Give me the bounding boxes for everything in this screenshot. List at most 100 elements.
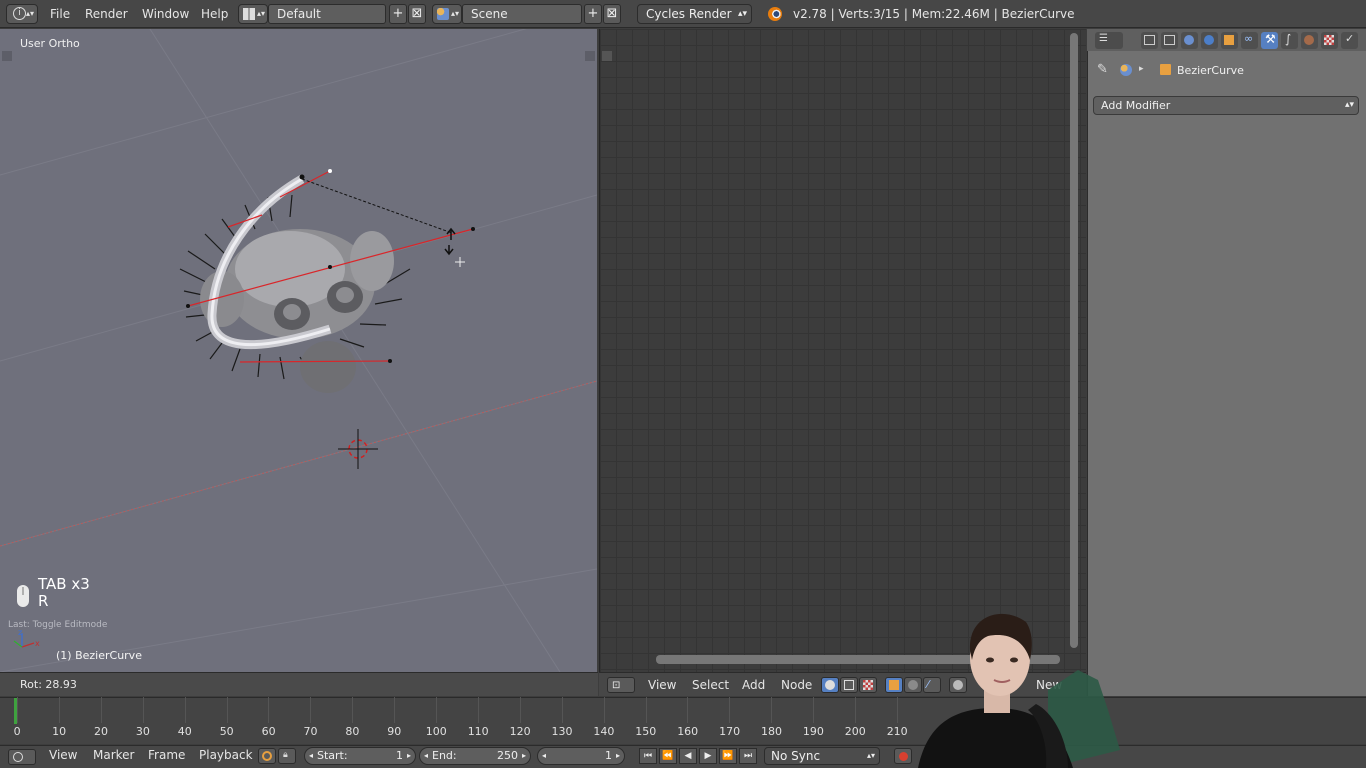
world-icon <box>908 680 918 690</box>
add-modifier-dropdown[interactable]: Add Modifier ▴▾ <box>1093 96 1359 115</box>
screen-layout-browse-button[interactable]: ▴▾ <box>238 4 268 24</box>
webcam-overlay <box>918 600 1120 768</box>
properties-context-tabs: ☰ ∞ ⚒ ∫ ✓ <box>1087 29 1366 51</box>
timeline-tick-label: 130 <box>552 725 573 738</box>
editor-type-info-button[interactable]: i ▴▾ <box>6 4 38 24</box>
menu-file[interactable]: File <box>50 4 70 24</box>
menu-node[interactable]: Node <box>781 678 812 692</box>
play-reverse-button[interactable]: ◀ <box>679 748 697 764</box>
add-scene-button[interactable]: + <box>584 4 602 24</box>
menu-render[interactable]: Render <box>85 4 128 24</box>
tab-texture[interactable] <box>1321 32 1338 49</box>
last-operator-label: Last: Toggle Editmode <box>8 620 107 630</box>
tab-modifiers[interactable]: ⚒ <box>1261 32 1278 49</box>
sync-mode-dropdown[interactable]: No Sync ▴▾ <box>764 747 880 765</box>
menu-select[interactable]: Select <box>692 678 729 692</box>
jump-keyframe-back-button[interactable]: ⏪ <box>659 748 677 764</box>
menu-view[interactable]: View <box>648 678 676 692</box>
menu-frame[interactable]: Frame <box>148 748 185 762</box>
chevron-updown-icon: ▴▾ <box>451 5 459 23</box>
node-editor-vertical-scrollbar[interactable] <box>1070 33 1078 648</box>
add-screen-button[interactable]: + <box>389 4 407 24</box>
start-frame-label: Start: <box>317 748 348 764</box>
timeline-tick-label: 190 <box>803 725 824 738</box>
plus-icon: + <box>393 6 404 21</box>
menu-view[interactable]: View <box>49 748 77 762</box>
play-icon: ▶ <box>705 751 712 761</box>
skip-end-icon: ⏭ <box>744 751 752 761</box>
menu-playback[interactable]: Playback <box>199 748 253 762</box>
cube-icon <box>889 680 899 690</box>
checker-icon <box>863 680 873 690</box>
menu-marker[interactable]: Marker <box>93 748 134 762</box>
rewind-icon: ⏪ <box>662 751 673 761</box>
tab-scene[interactable] <box>1181 32 1198 49</box>
play-reverse-icon: ◀ <box>685 751 692 761</box>
3d-viewport[interactable]: z x User Ortho TAB x3 R Last: Toggle Edi… <box>0 29 597 672</box>
editor-type-timeline-button[interactable] <box>8 749 36 765</box>
timeline-tick-line <box>562 697 563 723</box>
shader-nodes-button[interactable] <box>821 677 839 693</box>
editor-type-node-button[interactable]: ⊡ <box>607 677 635 693</box>
keying-set-button[interactable] <box>258 748 276 764</box>
tab-render-layers[interactable] <box>1161 32 1178 49</box>
start-frame-field[interactable]: ◂ Start: 1 ▸ <box>304 747 416 765</box>
tab-constraints[interactable]: ∞ <box>1241 32 1258 49</box>
jump-keyframe-forward-button[interactable]: ⏩ <box>719 748 737 764</box>
menu-add[interactable]: Add <box>742 678 765 692</box>
fast-forward-icon: ⏩ <box>722 751 733 761</box>
tab-world[interactable] <box>1201 32 1218 49</box>
physics-icon: ✓ <box>1345 32 1354 45</box>
camera-icon <box>1144 35 1155 45</box>
texture-nodes-button[interactable] <box>859 677 877 693</box>
timeline-tick-line <box>310 697 311 723</box>
webcam-person-image <box>918 600 1120 768</box>
record-button[interactable] <box>894 748 912 764</box>
timeline-tick-line <box>436 697 437 723</box>
chevron-updown-icon: ▴▾ <box>257 5 265 23</box>
pin-icon[interactable]: ✎ <box>1097 62 1108 77</box>
corner-widget[interactable] <box>602 51 612 61</box>
menu-window[interactable]: Window <box>142 4 189 24</box>
chevron-left-icon: ◂ <box>542 748 546 764</box>
tab-object[interactable] <box>1221 32 1238 49</box>
timeline-tick-line <box>855 697 856 723</box>
play-button[interactable]: ▶ <box>699 748 717 764</box>
scene-field[interactable]: Scene <box>462 4 582 24</box>
chevron-right-icon: ▸ <box>1139 64 1144 74</box>
lock-range-button[interactable]: 🔒︎ <box>278 748 296 764</box>
material-sphere-icon <box>1304 35 1314 45</box>
render-engine-dropdown[interactable]: Cycles Render ▴▾ <box>637 4 752 24</box>
object-shader-button[interactable] <box>885 677 903 693</box>
tab-data[interactable]: ∫ <box>1281 32 1298 49</box>
timeline-tick-line <box>185 697 186 723</box>
tab-render[interactable] <box>1141 32 1158 49</box>
jump-end-button[interactable]: ⏭ <box>739 748 757 764</box>
layout-grid-icon <box>243 8 255 20</box>
tab-physics[interactable]: ✓ <box>1341 32 1358 49</box>
tab-material[interactable] <box>1301 32 1318 49</box>
wrench-icon: ⚒ <box>1265 32 1276 46</box>
end-frame-value: 250 <box>497 748 518 764</box>
delete-screen-button[interactable]: ⊠ <box>408 4 426 24</box>
current-frame-field[interactable]: ◂ 1 ▸ <box>537 747 625 765</box>
timeline-tick-label: 40 <box>178 725 192 738</box>
scene-stats: v2.78 | Verts:3/15 | Mem:22.46M | Bezier… <box>793 4 1075 24</box>
menu-help[interactable]: Help <box>201 4 228 24</box>
node-editor[interactable] <box>599 29 1086 672</box>
active-object-label: (1) BezierCurve <box>56 649 142 662</box>
timeline-tick-line <box>59 697 60 723</box>
timeline-tick-label: 170 <box>719 725 740 738</box>
scene-browse-button[interactable]: ▴▾ <box>432 4 462 24</box>
screen-layout-field[interactable]: Default <box>268 4 386 24</box>
timeline-tick-line <box>478 697 479 723</box>
end-frame-field[interactable]: ◂ End: 250 ▸ <box>419 747 531 765</box>
properties-object-name: BezierCurve <box>1177 64 1244 77</box>
timeline-tick-line <box>604 697 605 723</box>
timeline-tick-line <box>646 697 647 723</box>
delete-scene-button[interactable]: ⊠ <box>603 4 621 24</box>
properties-icon: ☰ <box>1099 33 1108 44</box>
jump-start-button[interactable]: ⏮ <box>639 748 657 764</box>
editor-type-properties-button[interactable]: ☰ <box>1095 32 1123 49</box>
compositing-nodes-button[interactable] <box>840 677 858 693</box>
